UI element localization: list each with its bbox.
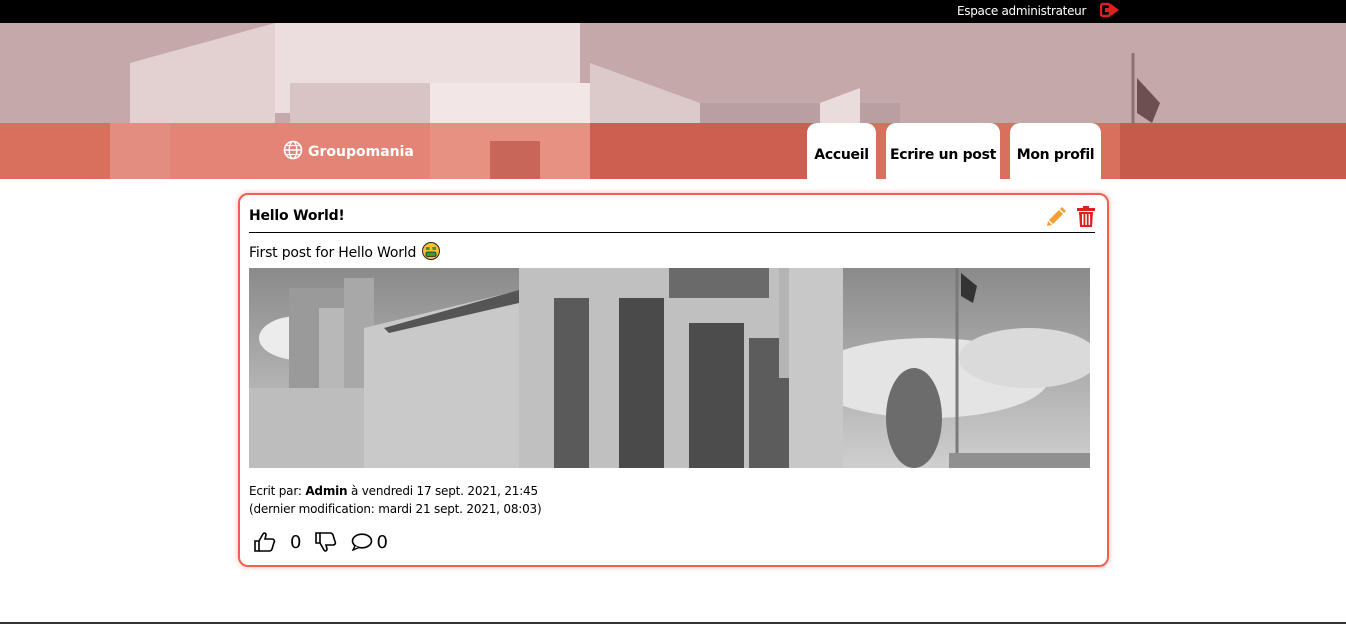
post-title: Hello World! — [249, 208, 345, 224]
sign-out-icon[interactable] — [1099, 2, 1120, 22]
like-count: 0 — [290, 531, 302, 553]
post-actions: 0 0 — [254, 530, 388, 554]
post-card: Hello World! First post for Hello World — [238, 193, 1109, 567]
brand-name: Groupomania — [308, 144, 414, 160]
brand-logo[interactable]: Groupomania — [283, 140, 414, 164]
trash-icon[interactable] — [1076, 206, 1096, 232]
tab-ecrire-un-post[interactable]: Ecrire un post — [886, 123, 1000, 179]
thumbs-up-icon[interactable] — [254, 532, 276, 552]
money-mouth-face-icon — [422, 242, 441, 264]
globe-icon — [283, 140, 303, 164]
post-body: First post for Hello World — [249, 242, 441, 264]
admin-topbar: Espace administrateur — [0, 0, 1346, 23]
meta-prefix: Ecrit par: — [249, 484, 302, 498]
tab-accueil[interactable]: Accueil — [807, 123, 876, 179]
comment-icon[interactable] — [351, 533, 373, 551]
tab-mon-profil[interactable]: Mon profil — [1010, 123, 1101, 179]
post-date: à vendredi 17 sept. 2021, 21:45 — [351, 484, 538, 498]
post-author-line: Ecrit par: Admin à vendredi 17 sept. 202… — [249, 482, 541, 500]
title-divider — [249, 232, 1095, 233]
post-modified: (dernier modification: mardi 21 sept. 20… — [249, 502, 542, 516]
post-meta: Ecrit par: Admin à vendredi 17 sept. 202… — [249, 482, 542, 518]
thumbs-down-icon[interactable] — [315, 532, 337, 552]
post-body-text: First post for Hello World — [249, 245, 417, 261]
banner-building-image — [0, 23, 1346, 179]
post-author[interactable]: Admin — [305, 484, 347, 498]
post-image[interactable] — [249, 268, 1090, 468]
pencil-icon[interactable] — [1045, 206, 1067, 232]
admin-space-link[interactable]: Espace administrateur — [957, 4, 1086, 18]
comment-count: 0 — [376, 531, 388, 553]
header-banner: Groupomania Accueil Ecrire un post Mon p… — [0, 23, 1346, 179]
